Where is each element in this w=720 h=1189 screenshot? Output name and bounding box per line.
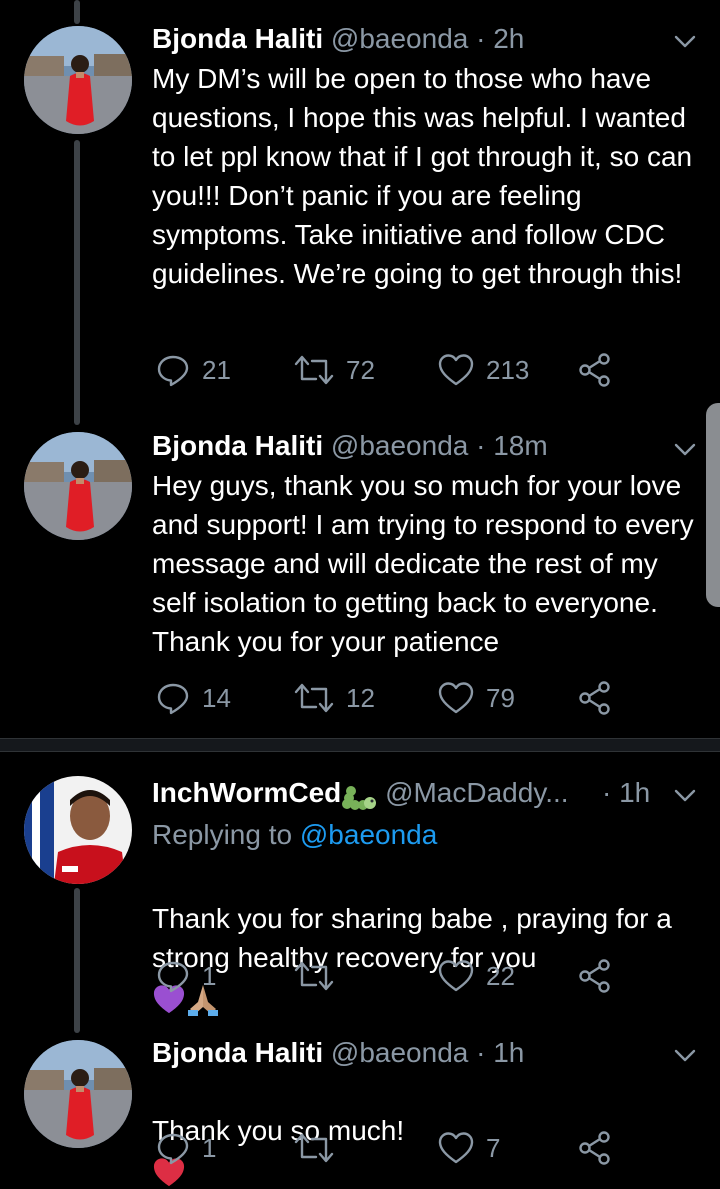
- retweet-icon: [294, 683, 334, 713]
- reply-button[interactable]: 1: [156, 956, 216, 996]
- retweet-button[interactable]: [294, 1128, 346, 1168]
- share-icon: [579, 353, 610, 387]
- reply-count: 1: [202, 960, 217, 991]
- separator-dot: ·: [476, 430, 486, 461]
- tweet-text: My DM’s will be open to those who have q…: [152, 63, 693, 289]
- retweet-button[interactable]: [294, 956, 346, 996]
- reply-count: 21: [202, 354, 231, 385]
- conversation-separator: [0, 738, 720, 752]
- like-button[interactable]: 79: [438, 678, 515, 718]
- timestamp[interactable]: 2h: [493, 23, 524, 54]
- tweet-header: Bjonda Haliti @baeonda · 2h: [152, 19, 690, 59]
- chevron-down-icon[interactable]: [672, 436, 698, 462]
- like-button[interactable]: 213: [438, 350, 529, 390]
- share-icon: [579, 1131, 610, 1165]
- reply-icon: [157, 1133, 189, 1165]
- like-count: 213: [486, 354, 530, 385]
- chevron-down-icon[interactable]: [672, 782, 698, 808]
- timestamp[interactable]: 1h: [619, 777, 650, 808]
- like-icon: [438, 960, 474, 992]
- avatar[interactable]: [24, 1040, 132, 1148]
- share-icon: [579, 959, 610, 993]
- tweet-3[interactable]: InchWormCed @MacDaddy... · 1h Replying t…: [0, 752, 720, 1032]
- scrollbar-handle[interactable]: [706, 403, 720, 607]
- tweet-text: Hey guys, thank you so much for your lov…: [152, 470, 694, 657]
- retweet-button[interactable]: 72: [294, 350, 375, 390]
- reply-button[interactable]: 1: [156, 1128, 216, 1168]
- timestamp[interactable]: 1h: [493, 1037, 524, 1068]
- user-handle[interactable]: @MacDaddy...: [385, 777, 569, 808]
- tweet-actions: 21 72 213: [152, 350, 632, 390]
- like-button[interactable]: 22: [438, 956, 515, 996]
- user-handle[interactable]: @baeonda: [331, 23, 468, 54]
- share-button[interactable]: [578, 1128, 612, 1168]
- tweet-2[interactable]: Bjonda Haliti @baeonda · 18m Hey guys, t…: [0, 410, 720, 735]
- retweet-count: 72: [346, 354, 375, 385]
- separator-dot: ·: [476, 23, 486, 54]
- retweet-icon: [294, 961, 334, 991]
- replying-prefix: Replying to: [152, 819, 293, 850]
- reply-button[interactable]: 21: [156, 350, 231, 390]
- tweet-actions: 1 7: [152, 1128, 632, 1168]
- avatar[interactable]: [24, 432, 132, 540]
- user-handle[interactable]: @baeonda: [331, 1037, 468, 1068]
- like-count: 79: [486, 682, 515, 713]
- chevron-down-icon[interactable]: [672, 28, 698, 54]
- tweet-header: InchWormCed @MacDaddy...: [152, 773, 650, 813]
- retweet-button[interactable]: 12: [294, 678, 375, 718]
- reply-count: 14: [202, 682, 231, 713]
- display-name[interactable]: Bjonda Haliti: [152, 1037, 323, 1068]
- retweet-icon: [294, 1133, 334, 1163]
- tweet-4[interactable]: Bjonda Haliti @baeonda · 1h Thank you so…: [0, 1032, 720, 1186]
- display-name[interactable]: Bjonda Haliti: [152, 23, 323, 54]
- caterpillar-emoji: [342, 785, 377, 810]
- reply-icon: [157, 683, 189, 715]
- display-name[interactable]: Bjonda Haliti: [152, 430, 323, 461]
- like-icon: [438, 354, 474, 386]
- timestamp[interactable]: 18m: [493, 430, 547, 461]
- avatar[interactable]: [24, 776, 132, 884]
- tweet-header: Bjonda Haliti @baeonda · 1h: [152, 1033, 690, 1073]
- reply-count: 1: [202, 1132, 217, 1163]
- tweet-1[interactable]: Bjonda Haliti @baeonda · 2h My DM’s will…: [0, 0, 720, 410]
- display-name[interactable]: InchWormCed: [152, 777, 341, 808]
- reply-icon: [157, 961, 189, 993]
- retweet-count: 12: [346, 682, 375, 713]
- reply-button[interactable]: 14: [156, 678, 231, 718]
- like-icon: [438, 1132, 474, 1164]
- like-icon: [438, 682, 474, 714]
- reply-icon: [157, 355, 189, 387]
- like-count: 22: [486, 960, 515, 991]
- separator-dot: ·: [602, 777, 612, 808]
- tweet-actions: 1 22: [152, 956, 632, 996]
- retweet-icon: [294, 355, 334, 385]
- share-button[interactable]: [578, 350, 612, 390]
- share-button[interactable]: [578, 678, 612, 718]
- avatar[interactable]: [24, 26, 132, 134]
- like-button[interactable]: 7: [438, 1128, 500, 1168]
- chevron-down-icon[interactable]: [672, 1042, 698, 1068]
- share-icon: [579, 681, 610, 715]
- tweet-header: Bjonda Haliti @baeonda · 18m: [152, 426, 690, 466]
- like-count: 7: [486, 1132, 501, 1163]
- tweet-actions: 14 12 79: [152, 678, 632, 718]
- share-button[interactable]: [578, 956, 612, 996]
- replying-to: Replying to @baeonda: [152, 815, 437, 855]
- separator-dot: ·: [476, 1037, 486, 1068]
- user-handle[interactable]: @baeonda: [331, 430, 468, 461]
- replying-mention-link[interactable]: @baeonda: [300, 819, 437, 850]
- tweet-meta: · 1h: [602, 773, 650, 813]
